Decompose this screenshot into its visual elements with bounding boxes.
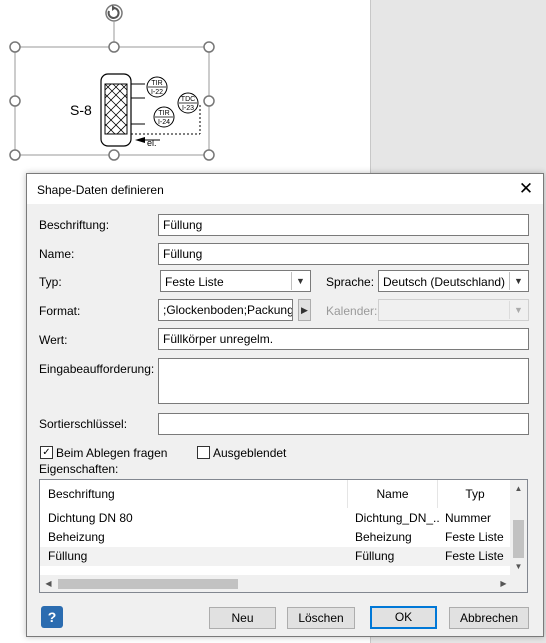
instrument-tag-top: TDC [181,96,195,103]
close-icon[interactable]: ✕ [515,178,537,200]
instrument-tag-bottom: I-24 [158,119,170,126]
sprache-select[interactable]: Deutsch (Deutschland) ▼ [378,270,529,292]
vertical-scrollbar[interactable]: ▲ ▼ [510,480,527,575]
scroll-thumb[interactable] [58,579,238,589]
row-name: Dichtung_DN_... [355,511,439,525]
sortierschluessel-label: Sortierschlüssel: [39,417,128,431]
beschriftung-label: Beschriftung: [39,218,110,232]
format-label: Format: [39,304,81,318]
chevron-down-icon[interactable]: ▼ [291,272,309,290]
rotate-handle-icon[interactable] [105,4,123,22]
chevron-down-icon[interactable]: ▼ [509,272,527,290]
properties-table[interactable]: Beschriftung Name Typ Dichtung DN 80 Dic… [39,479,528,593]
name-label: Name: [39,247,75,261]
help-icon[interactable]: ? [41,606,63,628]
cancel-button[interactable]: Abbrechen [449,607,529,629]
name-field[interactable]: Füllung [158,243,529,265]
typ-select[interactable]: Feste Liste ▼ [160,270,311,292]
wert-field[interactable]: Füllkörper unregelm. [158,328,529,350]
eingabeaufforderung-field[interactable] [158,358,529,404]
table-row-selected[interactable]: Füllung Füllung Feste Liste [40,547,512,566]
eigenschaften-label: Eigenschaften: [39,462,119,476]
row-name: Beheizung [355,530,412,544]
sprache-label: Sprache: [326,275,375,289]
instrument-tag-top: TIR [158,110,169,117]
row-type: Feste Liste [445,549,504,563]
format-builder-button[interactable]: ▶ [298,299,311,321]
shape-data-dialog: Shape-Daten definieren ✕ Beschriftung: F… [26,173,544,637]
scroll-corner [510,575,527,592]
scroll-down-icon[interactable]: ▼ [510,558,527,575]
instrument-tag-bottom: I-22 [151,89,163,96]
shape-label: S-8 [70,102,92,118]
row-type: Feste Liste [445,530,504,544]
instrument-tag-bottom: I-23 [182,105,194,112]
new-button[interactable]: Neu [209,607,276,629]
delete-button[interactable]: Löschen [287,607,355,629]
dialog-title: Shape-Daten definieren [37,183,164,197]
format-field[interactable]: ;Glockenboden;Packung [158,299,293,321]
typ-label: Typ: [39,275,62,289]
row-caption: Füllung [48,549,88,563]
row-caption: Beheizung [48,530,105,544]
kalender-label: Kalender: [326,304,378,318]
ablegen-checkbox[interactable]: ✓ [40,446,53,459]
table-header: Beschriftung Name Typ [40,480,512,508]
horizontal-scrollbar[interactable]: ◀ ▶ [40,575,512,592]
row-caption: Dichtung DN 80 [48,511,133,525]
power-label: el. [147,138,157,148]
table-row[interactable]: Beheizung Beheizung Feste Liste [40,528,512,547]
chevron-down-icon[interactable]: ▼ [509,301,527,319]
ausgeblendet-checkbox[interactable] [197,446,210,459]
table-row[interactable]: Dichtung DN 80 Dichtung_DN_... Nummer [40,509,512,528]
kalender-select[interactable]: ▼ [378,299,529,321]
ablegen-label: Beim Ablegen fragen [56,446,168,460]
sprache-select-value: Deutsch (Deutschland) [383,275,506,289]
ok-button[interactable]: OK [370,606,437,629]
instrument-tag-top: TIR [151,80,162,87]
scroll-left-icon[interactable]: ◀ [40,575,57,592]
column-header-name[interactable]: Name [348,480,438,508]
selected-shape[interactable]: S-8 TIR I-22 TDC I-23 TIR I-24 el. [0,0,370,172]
typ-select-value: Feste Liste [165,275,224,289]
dialog-titlebar: Shape-Daten definieren ✕ [27,174,543,204]
column-header-type[interactable]: Typ [438,480,512,508]
wert-label: Wert: [39,333,68,347]
row-name: Füllung [355,549,395,563]
column-header-caption[interactable]: Beschriftung [40,480,348,508]
scroll-up-icon[interactable]: ▲ [510,480,527,497]
scroll-thumb[interactable] [513,520,524,558]
ausgeblendet-label: Ausgeblendet [213,446,287,460]
beschriftung-field[interactable]: Füllung [158,214,529,236]
eingabeaufforderung-label: Eingabeaufforderung: [39,362,155,376]
sortierschluessel-field[interactable] [158,413,529,435]
row-type: Nummer [445,511,492,525]
